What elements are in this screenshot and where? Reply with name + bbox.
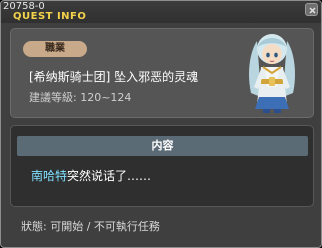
level-recommendation: 建議等級: 120~124 xyxy=(29,91,132,104)
close-button[interactable] xyxy=(305,3,318,16)
quest-info-window: 20758-0 QUEST INFO 職業 [希纳斯骑士团] 坠入邪恶的灵魂 建… xyxy=(0,0,322,248)
npc-portrait xyxy=(249,34,295,113)
quest-name: [希纳斯骑士团] 坠入邪恶的灵魂 xyxy=(29,70,199,84)
close-icon xyxy=(309,7,316,14)
window-title: QUEST INFO xyxy=(13,11,87,22)
title-bar[interactable]: 20758-0 QUEST INFO xyxy=(1,1,321,23)
content-panel: 内容 南哈特突然说话了…… xyxy=(10,125,314,207)
npc-name: 南哈特 xyxy=(31,169,68,183)
job-badge: 職業 xyxy=(23,41,87,57)
dialog-line: 南哈特突然说话了…… xyxy=(31,168,151,184)
content-header: 内容 xyxy=(17,136,308,156)
quest-status: 狀態: 可開始 / 不可執行任務 xyxy=(21,220,160,233)
dialog-text: 突然说话了…… xyxy=(67,169,152,183)
